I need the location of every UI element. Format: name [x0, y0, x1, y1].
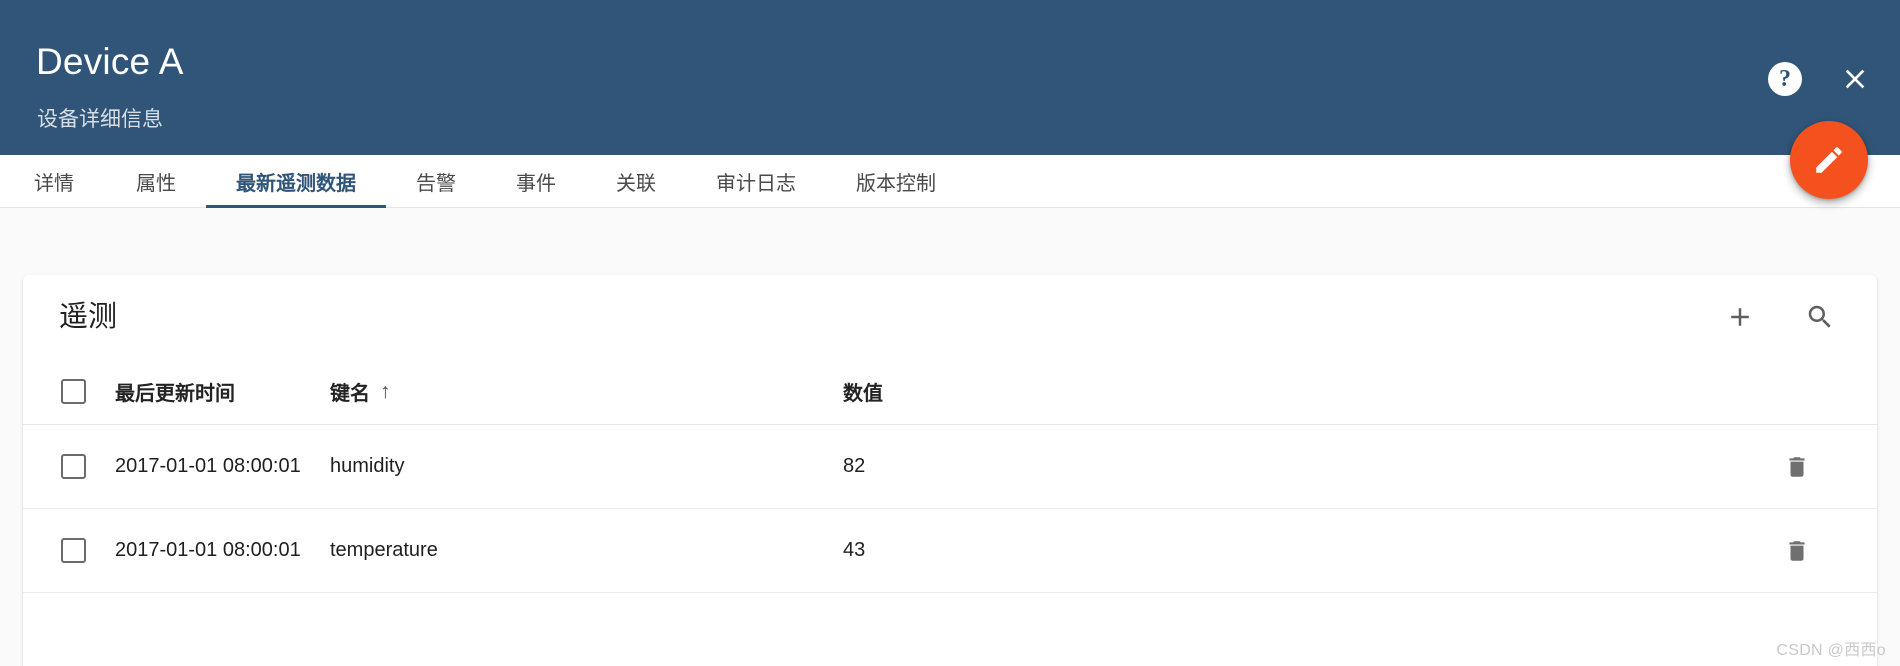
device-details-dialog: Device A 设备详细信息 ? 详情 属性 最新遥测数据 告警 事件 关联 …	[0, 0, 1900, 666]
sort-ascending-icon: ↑	[380, 380, 391, 403]
row-value: 43	[843, 539, 866, 561]
tab-list: 详情 属性 最新遥测数据 告警 事件 关联 审计日志 版本控制	[0, 155, 966, 208]
dialog-toolbar: Device A 设备详细信息 ?	[0, 0, 1900, 155]
table-row[interactable]: 2017-01-01 08:00:01 humidity 82	[23, 425, 1877, 509]
select-all-checkbox[interactable]	[60, 379, 86, 404]
add-button[interactable]	[1723, 300, 1757, 334]
trash-icon	[1789, 456, 1805, 477]
plus-icon	[1731, 308, 1749, 326]
header-actions: ?	[1764, 58, 1876, 100]
row-checkbox[interactable]	[60, 454, 86, 479]
table-row[interactable]: 2017-01-01 08:00:01 temperature 43	[23, 509, 1877, 593]
row-select-cell	[23, 454, 115, 479]
help-button[interactable]: ?	[1764, 58, 1806, 100]
row-time: 2017-01-01 08:00:01	[115, 455, 301, 477]
help-circle-icon: ?	[1768, 62, 1802, 96]
row-actions	[1751, 535, 1843, 567]
delete-row-button[interactable]	[1782, 451, 1812, 483]
tab-events[interactable]: 事件	[486, 155, 586, 208]
close-button[interactable]	[1834, 58, 1876, 100]
telemetry-table: 最后更新时间 键名 ↑ 数值 2017-01-01 08:00:01 humid…	[23, 359, 1877, 593]
column-header-key: 键名 ↑	[330, 377, 843, 406]
edit-fab-button[interactable]	[1790, 121, 1868, 199]
row-time: 2017-01-01 08:00:01	[115, 539, 301, 561]
tab-latest-telemetry[interactable]: 最新遥测数据	[206, 155, 386, 208]
row-key: temperature	[330, 539, 438, 561]
column-header-key-sort[interactable]: 键名 ↑	[330, 377, 391, 406]
pencil-edit-icon	[1816, 147, 1842, 173]
select-all-cell	[23, 379, 115, 404]
row-actions	[1751, 451, 1843, 483]
trash-icon	[1789, 540, 1805, 561]
tab-relations[interactable]: 关联	[586, 155, 686, 208]
page-subtitle: 设备详细信息	[37, 108, 163, 131]
tab-version-control[interactable]: 版本控制	[826, 155, 966, 208]
card-title: 遥测	[59, 301, 118, 333]
search-button[interactable]	[1803, 300, 1837, 334]
close-icon	[1845, 69, 1865, 89]
card-header: 遥测	[23, 275, 1877, 359]
row-select-cell	[23, 538, 115, 563]
help-question-glyph: ?	[1779, 66, 1791, 92]
delete-row-button[interactable]	[1782, 535, 1812, 567]
search-icon	[1808, 305, 1831, 328]
row-value: 82	[843, 455, 866, 477]
column-header-value[interactable]: 数值	[843, 377, 1751, 406]
table-header-row: 最后更新时间 键名 ↑ 数值	[23, 359, 1877, 425]
tab-attributes[interactable]: 属性	[106, 155, 206, 208]
tabs-bar: 详情 属性 最新遥测数据 告警 事件 关联 审计日志 版本控制	[0, 155, 1900, 208]
row-key: humidity	[330, 455, 405, 477]
tab-details[interactable]: 详情	[0, 155, 106, 208]
column-header-time[interactable]: 最后更新时间	[115, 377, 330, 406]
card-header-actions	[1723, 300, 1837, 334]
page-title: Device A	[36, 41, 184, 82]
row-checkbox[interactable]	[60, 538, 86, 563]
tab-alarms[interactable]: 告警	[386, 155, 486, 208]
column-header-key-label: 键名	[330, 383, 370, 405]
telemetry-card: 遥测 最后更新时间 键名 ↑ 数值 2017-01-01 08:00:01 hu…	[23, 275, 1877, 666]
tab-audit-logs[interactable]: 审计日志	[686, 155, 826, 208]
watermark: CSDN @西西o	[1776, 642, 1886, 659]
